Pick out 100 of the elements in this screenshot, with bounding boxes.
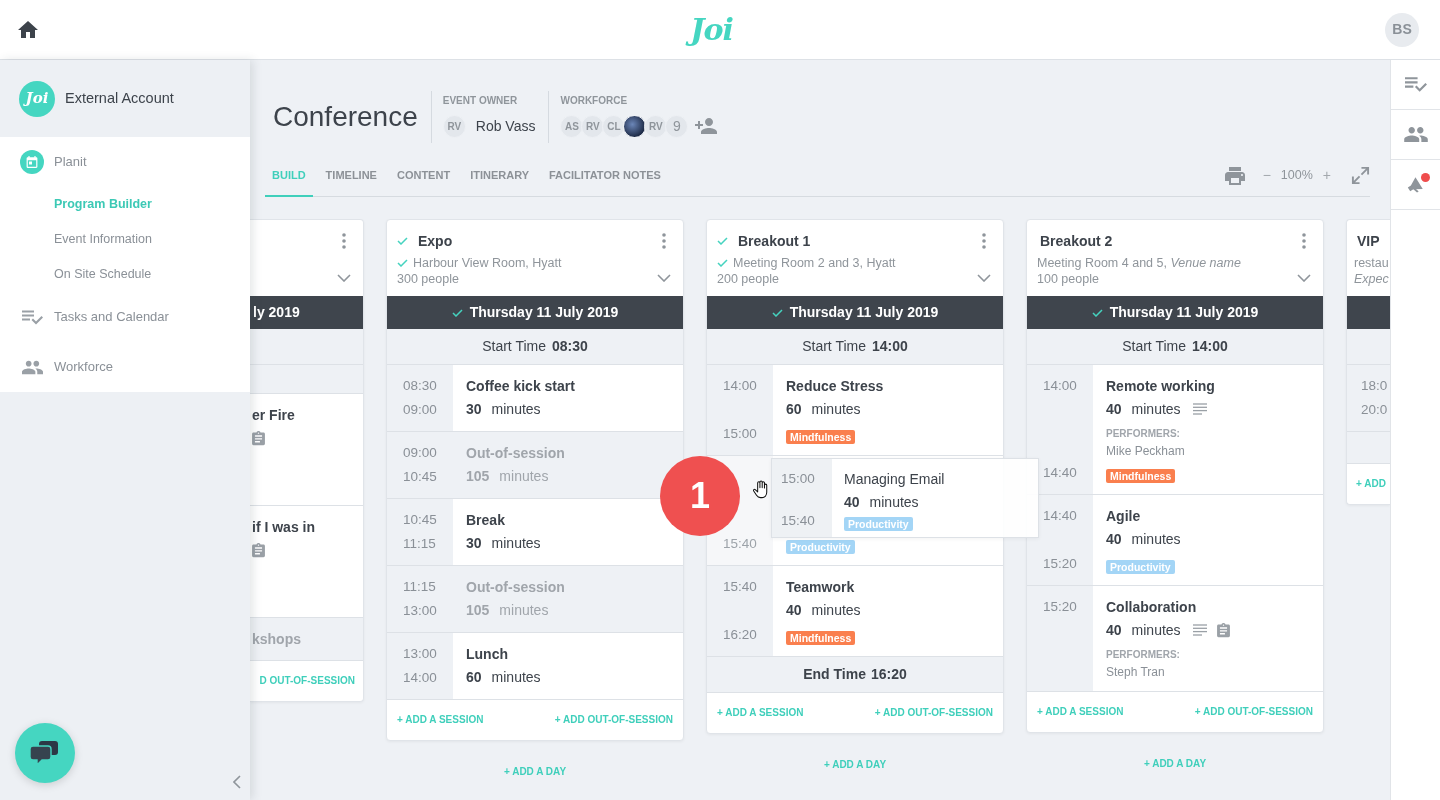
session-row[interactable]: 14:00 15:00 Reduce Stress 60 minutes Mindfulness: [707, 365, 1003, 456]
start-label: Start Time: [482, 337, 546, 356]
add-day-link[interactable]: + ADD A DAY: [1143, 757, 1207, 771]
chevron-down-icon[interactable]: [337, 274, 351, 282]
sidebar-item[interactable]: Workforce: [0, 342, 250, 392]
clipboard-icon[interactable]: [252, 430, 265, 446]
event-title: Conference: [273, 99, 418, 134]
more-options-icon[interactable]: [1302, 233, 1306, 249]
session-title: Out-of-session: [466, 444, 566, 463]
tab[interactable]: ITINERARY: [463, 155, 536, 197]
field-label: WORKFORCE: [560, 95, 629, 107]
chevron-down-icon[interactable]: [1297, 274, 1311, 282]
session-title: Teamwork: [786, 578, 856, 597]
session-row[interactable]: if I was in: [250, 506, 363, 618]
start-time: 09:00: [403, 444, 438, 462]
end-time: 14:40: [1043, 464, 1078, 482]
user-avatar[interactable]: BS: [1385, 12, 1419, 47]
category-tag: Mindfulness: [786, 631, 856, 645]
clipboard-icon[interactable]: [252, 542, 265, 558]
session-title: Remote working: [1106, 377, 1216, 396]
notes-icon[interactable]: [1192, 403, 1207, 415]
end-time: 11:15: [403, 535, 437, 553]
out-of-session-row[interactable]: 09:00 10:45 Out-of-session 105 minutes: [387, 432, 683, 499]
session-row[interactable]: er Fire: [250, 394, 363, 506]
sidebar-item[interactable]: Tasks and Calendar: [0, 292, 250, 342]
session-row[interactable]: 13:00 14:00 Lunch 60 minutes: [387, 633, 683, 700]
start-time: 15:00: [781, 470, 816, 488]
session-row[interactable]: 10:45 11:15 Break 30 minutes: [387, 499, 683, 566]
more-options-icon[interactable]: [662, 233, 666, 249]
session-row[interactable]: 15:40 16:20 Teamwork 40 minutes Mindfulness: [707, 566, 1003, 657]
chat-button[interactable]: [15, 723, 75, 783]
session-title: Collaboration: [1106, 598, 1198, 617]
sidebar-subitem[interactable]: Event Information: [0, 222, 250, 257]
expand-icon[interactable]: [1351, 166, 1370, 185]
tab[interactable]: BUILD: [265, 155, 313, 197]
session-title: Agile: [1106, 507, 1142, 526]
category-tag: Mindfulness: [786, 430, 856, 444]
room-title: Breakout 1: [738, 231, 811, 251]
end-label: End Time: [803, 665, 866, 684]
start-time: 14:40: [1043, 507, 1078, 525]
sidebar-subitem[interactable]: Program Builder: [0, 187, 250, 222]
more-options-icon[interactable]: [342, 233, 346, 249]
performer-name: Mike Peckham: [1106, 443, 1186, 459]
add-out-of-session-link[interactable]: + ADD OUT-OF-SESSION: [554, 713, 673, 727]
start-time: 15:40: [723, 578, 758, 596]
add-out-of-session-link[interactable]: + ADD OUT-OF-SESSION: [874, 706, 993, 720]
session-row[interactable]: 18:0 20:0: [1347, 365, 1390, 432]
chevron-down-icon[interactable]: [977, 274, 991, 282]
end-time: 20:0: [1361, 401, 1389, 419]
sidebar-item[interactable]: Planit: [0, 137, 250, 187]
add-session-link[interactable]: + ADD A SESSION: [1037, 705, 1124, 719]
add-out-of-session-link[interactable]: D OUT-OF-SESSION: [259, 674, 355, 688]
tab[interactable]: TIMELINE: [318, 155, 384, 197]
add-day-link[interactable]: + ADD A DAY: [503, 765, 567, 779]
category-tag: Productivity: [1106, 560, 1175, 574]
duration-value: 40: [844, 492, 860, 512]
more-options-icon[interactable]: [982, 233, 986, 249]
out-of-session-row[interactable]: 11:15 13:00 Out-of-session 105 minutes: [387, 566, 683, 633]
session-row[interactable]: 14:40 15:20 Agile 40 minutes Productivity: [1027, 495, 1323, 586]
tab[interactable]: FACILITATOR NOTES: [542, 155, 668, 197]
add-session-link[interactable]: + ADD A SESSION: [397, 713, 484, 727]
member-avatar: CL: [602, 114, 626, 138]
session-row[interactable]: 14:00 14:40 Remote working 40 minutes PERFORMERS: Mike Peckham Mindfulness: [1027, 365, 1323, 495]
chevron-left-icon[interactable]: [233, 775, 241, 789]
chevron-down-icon[interactable]: [657, 274, 671, 282]
member-avatar: RV: [644, 114, 668, 138]
people-icon: [1403, 127, 1428, 142]
day-header: [1347, 296, 1390, 329]
end-time: 16:20: [870, 665, 907, 684]
people-count: 300 people: [397, 271, 460, 287]
account-name[interactable]: External Account: [65, 87, 174, 110]
add-session-link[interactable]: + ADD: [1356, 477, 1386, 491]
dragged-session-card[interactable]: 15:00 15:40 Managing Email 40 minutes Productivity: [771, 458, 1039, 538]
add-day-link[interactable]: + ADD A DAY: [823, 758, 887, 772]
category-tag: Mindfulness: [1106, 469, 1176, 483]
duration-value: 40: [1106, 399, 1122, 419]
people-count: 100 people: [1037, 271, 1100, 287]
venue-name: Harbour View Room, Hyatt: [413, 254, 562, 272]
out-of-session-row[interactable]: kshops: [250, 618, 363, 661]
add-person-icon[interactable]: [695, 118, 718, 134]
home-icon[interactable]: [18, 21, 38, 38]
session-row[interactable]: 08:30 09:00 Coffee kick start 30 minutes: [387, 365, 683, 432]
clipboard-icon[interactable]: [1216, 622, 1230, 638]
add-session-link[interactable]: + ADD A SESSION: [717, 706, 804, 720]
app-logo[interactable]: Joi: [682, 7, 741, 52]
duration-value: 40: [1106, 620, 1122, 640]
start-time: 10:45: [403, 511, 438, 529]
tab[interactable]: CONTENT: [389, 155, 458, 197]
print-icon[interactable]: [1224, 166, 1245, 185]
end-time: 10:45: [403, 468, 438, 486]
zoom-in-button[interactable]: +: [1320, 165, 1333, 186]
add-out-of-session-link[interactable]: + ADD OUT-OF-SESSION: [1194, 705, 1313, 719]
zoom-out-button[interactable]: −: [1260, 165, 1273, 186]
start-time: 14:00: [1192, 337, 1228, 356]
end-time: 13:00: [403, 602, 438, 620]
notes-icon[interactable]: [1192, 624, 1207, 636]
sidebar-subitem[interactable]: On Site Schedule: [0, 257, 250, 292]
session-title: Managing Email: [844, 470, 946, 489]
owner-name: Rob Vass: [475, 116, 536, 136]
session-row[interactable]: 15:20 Collaboration 40 minutes PERFORMERS: Steph Tran: [1027, 586, 1323, 692]
